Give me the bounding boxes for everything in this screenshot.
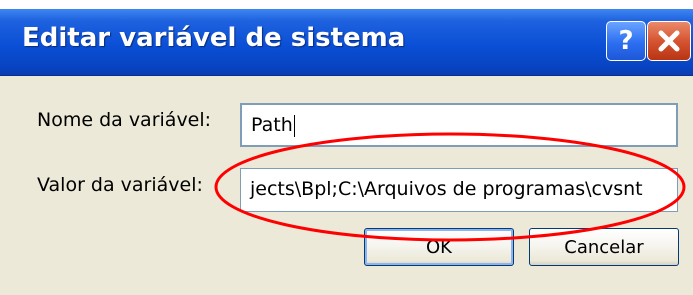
help-button[interactable]: ? — [606, 21, 646, 61]
variable-name-value: Path — [251, 114, 293, 136]
close-button[interactable] — [647, 21, 691, 61]
cancel-label: Cancelar — [564, 236, 644, 258]
variable-name-input[interactable]: Path — [240, 103, 678, 147]
variable-value-input[interactable]: jects\Bpl;C:\Arquivos de programas\cvsnt — [240, 168, 678, 212]
ok-label: OK — [426, 236, 452, 258]
close-icon — [658, 30, 680, 52]
ok-button[interactable]: OK — [364, 228, 514, 266]
variable-name-label: Nome da variável: — [37, 109, 212, 131]
dialog-title: Editar variável de sistema — [22, 23, 406, 53]
variable-value-label: Valor da variável: — [37, 174, 203, 196]
cropped-background-text-strip — [0, 0, 693, 9]
dialog-content: Nome da variável: Path Valor da variável… — [0, 76, 693, 295]
cancel-button[interactable]: Cancelar — [529, 228, 679, 266]
text-caret — [293, 114, 295, 137]
dialog-window: Editar variável de sistema ? Nome da var… — [0, 9, 693, 295]
variable-value-text: jects\Bpl;C:\Arquivos de programas\cvsnt — [250, 178, 643, 200]
titlebar: Editar variável de sistema ? — [0, 9, 693, 76]
help-icon: ? — [618, 26, 634, 56]
